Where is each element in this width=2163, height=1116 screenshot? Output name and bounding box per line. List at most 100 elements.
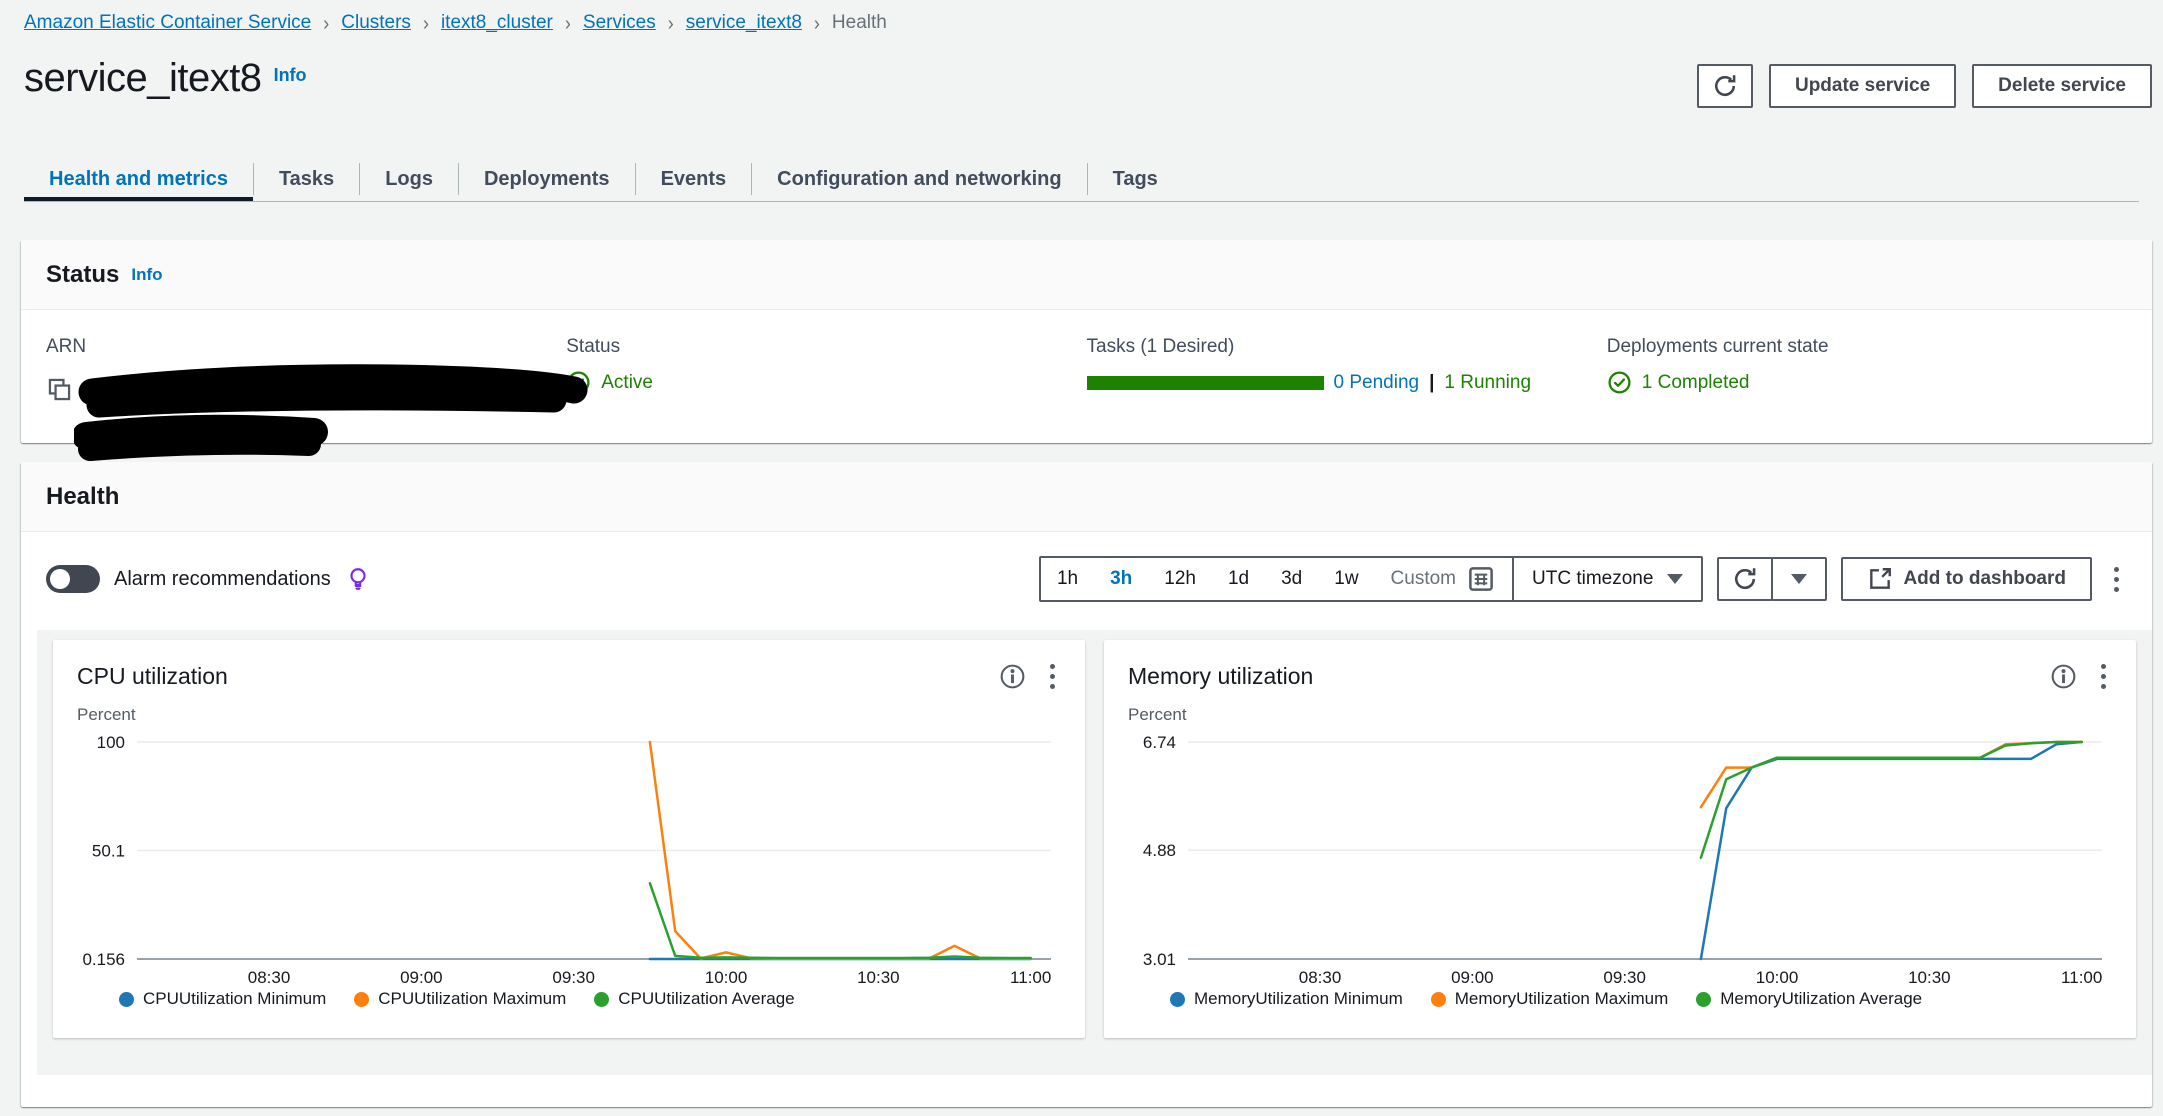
tab-logs[interactable]: Logs [360, 157, 458, 201]
arn-value [46, 358, 566, 468]
memory-line-chart: 6.744.883.0108:3009:0009:3010:0010:3011:… [1118, 725, 2118, 987]
tab-tasks[interactable]: Tasks [254, 157, 359, 201]
svg-text:4.88: 4.88 [1143, 841, 1176, 860]
time-range-group: 1h3h12h1d3d1w [1041, 568, 1375, 590]
copy-arn-button[interactable] [46, 376, 73, 408]
status-active-text: Active [601, 372, 653, 394]
svg-text:11:00: 11:00 [2061, 968, 2102, 987]
update-service-label: Update service [1795, 75, 1930, 97]
legend-item[interactable]: CPUUtilization Maximum [354, 989, 566, 1009]
status-info-link[interactable]: Info [131, 265, 162, 285]
breadcrumb-separator: › [323, 11, 329, 35]
legend-item[interactable]: MemoryUtilization Maximum [1431, 989, 1668, 1009]
arn-redaction [74, 360, 594, 468]
time-range-1h[interactable]: 1h [1041, 568, 1094, 590]
chart-menu-button[interactable] [2093, 658, 2114, 695]
chart-ylabel: Percent [1128, 705, 2136, 725]
deployments-field: Deployments current state 1 Completed [1607, 336, 2127, 468]
legend-label: CPUUtilization Average [618, 989, 794, 1009]
status-card-title: Status [46, 261, 119, 289]
refresh-options-button[interactable] [1771, 557, 1827, 601]
metrics-area: CPU utilization Percent 10050.10.15608:3… [37, 630, 2152, 1075]
svg-text:11:00: 11:00 [1010, 968, 1051, 987]
breadcrumb-item-service-itext8[interactable]: service_itext8 [686, 12, 802, 34]
time-range-1d[interactable]: 1d [1212, 568, 1265, 590]
svg-text:3.01: 3.01 [1143, 950, 1176, 969]
breadcrumb-item-services[interactable]: Services [583, 12, 656, 34]
info-icon[interactable] [2048, 661, 2079, 692]
custom-range-button[interactable]: Custom [1375, 564, 1512, 594]
legend-marker [354, 992, 369, 1007]
chart-title: Memory utilization [1128, 663, 1313, 690]
breadcrumb-item-health: Health [832, 12, 887, 34]
time-range-3d[interactable]: 3d [1265, 568, 1318, 590]
time-range-12h[interactable]: 12h [1148, 568, 1212, 590]
tab-deployments[interactable]: Deployments [459, 157, 635, 201]
breadcrumb-separator: › [814, 11, 820, 35]
metrics-refresh-button[interactable] [1717, 557, 1773, 601]
tasks-separator: | [1429, 372, 1434, 394]
update-service-button[interactable]: Update service [1769, 64, 1956, 108]
chart-menu-button[interactable] [1042, 658, 1063, 695]
chart-header: Memory utilization [1104, 640, 2136, 699]
delete-service-label: Delete service [1998, 75, 2126, 97]
legend-item[interactable]: CPUUtilization Minimum [119, 989, 326, 1009]
tasks-field: Tasks (1 Desired) 0 Pending | 1 Running [1087, 336, 1607, 468]
external-link-icon [1867, 566, 1893, 592]
tab-configuration-and-networking[interactable]: Configuration and networking [752, 157, 1086, 201]
chart-legend: CPUUtilization Minimum CPUUtilization Max… [119, 989, 1085, 1009]
cpu-utilization-chart-card: CPU utilization Percent 10050.10.15608:3… [53, 640, 1085, 1038]
calendar-icon [1466, 564, 1496, 594]
custom-range-label: Custom [1391, 568, 1456, 590]
tab-events[interactable]: Events [636, 157, 752, 201]
chevron-down-icon [1791, 574, 1807, 584]
chart-ylabel: Percent [77, 705, 1085, 725]
copy-icon [46, 376, 73, 403]
delete-service-button[interactable]: Delete service [1972, 64, 2152, 108]
tasks-label: Tasks (1 Desired) [1087, 336, 1607, 358]
time-range-1w[interactable]: 1w [1318, 568, 1374, 590]
metrics-menu-button[interactable] [2106, 561, 2127, 598]
tasks-running-text: 1 Running [1444, 372, 1531, 394]
status-value: Active [566, 370, 1086, 395]
chart-header: CPU utilization [53, 640, 1085, 699]
svg-text:09:30: 09:30 [1603, 968, 1646, 987]
svg-text:09:00: 09:00 [1451, 968, 1494, 987]
timezone-dropdown[interactable]: UTC timezone [1514, 568, 1701, 590]
time-range-3h[interactable]: 3h [1094, 568, 1148, 590]
svg-text:100: 100 [97, 733, 125, 752]
legend-marker [119, 992, 134, 1007]
svg-text:50.1: 50.1 [92, 841, 125, 860]
health-card-title: Health [46, 483, 119, 511]
alarm-recommendations-toggle[interactable] [46, 565, 100, 593]
info-icon[interactable] [997, 661, 1028, 692]
cpu-line-chart: 10050.10.15608:3009:0009:3010:0010:3011:… [67, 725, 1067, 987]
status-card-header: Status Info [21, 240, 2152, 310]
refresh-button[interactable] [1697, 64, 1753, 108]
timezone-label: UTC timezone [1532, 568, 1653, 590]
memory-utilization-chart-card: Memory utilization Percent 6.74 4.88 3.01 0… [1104, 640, 2136, 1038]
tab-tags[interactable]: Tags [1088, 157, 1183, 201]
svg-text:6.74: 6.74 [1143, 733, 1176, 752]
legend-item[interactable]: MemoryUtilization Average [1696, 989, 1922, 1009]
legend-item[interactable]: CPUUtilization Average [594, 989, 794, 1009]
svg-text:08:30: 08:30 [1299, 968, 1342, 987]
legend-item[interactable]: MemoryUtilization Minimum [1170, 989, 1403, 1009]
svg-text:10:00: 10:00 [1756, 968, 1799, 987]
add-to-dashboard-button[interactable]: Add to dashboard [1841, 557, 2092, 601]
status-label: Status [566, 336, 1086, 358]
breadcrumb-item-amazon-elastic-container-service[interactable]: Amazon Elastic Container Service [24, 12, 311, 34]
success-check-icon [1607, 370, 1632, 395]
page-title-info-link[interactable]: Info [274, 65, 307, 85]
chart-legend: MemoryUtilization Minimum MemoryUtilizati… [1170, 989, 2136, 1009]
tabs: Health and metricsTasksLogsDeploymentsEv… [24, 157, 2139, 202]
breadcrumb-item-clusters[interactable]: Clusters [341, 12, 411, 34]
deployments-completed-text: 1 Completed [1642, 372, 1750, 394]
breadcrumb-separator: › [565, 11, 571, 35]
tab-health-and-metrics[interactable]: Health and metrics [24, 157, 253, 201]
legend-label: CPUUtilization Minimum [143, 989, 326, 1009]
page-title: service_itext8 [24, 56, 262, 100]
breadcrumb-item-itext8-cluster[interactable]: itext8_cluster [441, 12, 553, 34]
refresh-icon [1711, 72, 1739, 100]
legend-label: MemoryUtilization Maximum [1455, 989, 1668, 1009]
